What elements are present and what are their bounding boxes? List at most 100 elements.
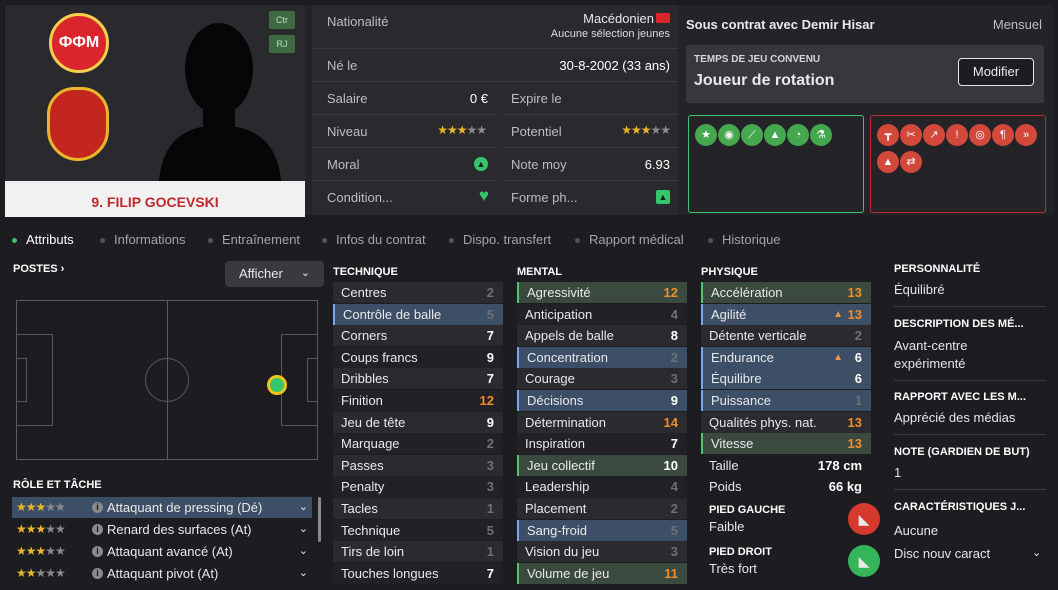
- tab-transfer-status[interactable]: Dispo. transfert: [449, 232, 551, 247]
- tab-history[interactable]: Historique: [708, 232, 781, 247]
- positions-title[interactable]: POSTES ›: [13, 263, 64, 275]
- mental-row[interactable]: Jeu collectif 10: [517, 454, 687, 476]
- tab-information[interactable]: Informations: [100, 232, 186, 247]
- physique-row[interactable]: Équilibre 6: [701, 368, 871, 390]
- mental-row[interactable]: Placement 2: [517, 498, 687, 519]
- physique-row[interactable]: Endurance 6 ▲: [701, 346, 871, 368]
- physique-title: PHYSIQUE: [701, 266, 758, 278]
- mental-row[interactable]: Détermination 14: [517, 411, 687, 433]
- technique-row[interactable]: Jeu de tête 9: [333, 411, 503, 433]
- club-crest[interactable]: [47, 87, 109, 161]
- national-team-crest[interactable]: ФФМ: [49, 13, 109, 73]
- nationality-value[interactable]: Macédonien: [583, 11, 654, 26]
- role-row-2[interactable]: ★★★★★ i Renard des surfaces (At) ⌄: [12, 519, 312, 540]
- attribute-name: Penalty: [341, 479, 385, 495]
- morale-up-icon[interactable]: ▲: [474, 157, 488, 171]
- mental-row[interactable]: Appels de balle 8: [517, 325, 687, 347]
- attribute-value: 12: [663, 285, 678, 300]
- position-marker-st[interactable]: [267, 375, 287, 395]
- foot-trait-icon[interactable]: ¶: [992, 124, 1014, 146]
- technique-row[interactable]: Technique 5: [333, 519, 503, 541]
- role-row-1[interactable]: ★★★★★ i Attaquant de pressing (Dé) ⌄: [12, 497, 312, 518]
- technique-row[interactable]: Corners 7: [333, 325, 503, 347]
- tape-trait-icon[interactable]: ⟋: [741, 124, 763, 146]
- star-trait-icon[interactable]: ★: [695, 124, 717, 146]
- tab-contract-info[interactable]: Infos du contrat: [322, 232, 426, 247]
- positive-traits-box: ★ ◉ ⟋ ▲ ◔ ⚗: [688, 115, 864, 213]
- physique-row[interactable]: Agilité 13 ▲: [701, 303, 871, 325]
- trend-trait-icon[interactable]: ↗: [923, 124, 945, 146]
- boot-trait-icon[interactable]: ▲: [764, 124, 786, 146]
- technique-row[interactable]: Touches longues 7: [333, 562, 503, 584]
- attribute-name: Courage: [525, 371, 575, 387]
- mental-row[interactable]: Inspiration 7: [517, 433, 687, 455]
- mental-row[interactable]: Sang-froid 5: [517, 519, 687, 541]
- flask-trait-icon[interactable]: ⚗: [810, 124, 832, 146]
- tab-training[interactable]: Entraînement: [208, 232, 300, 247]
- mental-row[interactable]: Volume de jeu 11: [517, 562, 687, 584]
- attribute-value: 13: [847, 414, 862, 430]
- physique-row[interactable]: Détente verticale 2: [701, 325, 871, 347]
- role-row-4[interactable]: ★★★★★ i Attaquant pivot (At) ⌄: [12, 563, 312, 584]
- physique-row[interactable]: Puissance 1: [701, 390, 871, 411]
- technique-row[interactable]: Coups francs 9: [333, 346, 503, 368]
- speed-trait-icon[interactable]: ◔: [787, 124, 809, 146]
- contract-status[interactable]: Sous contrat avec Demir Hisar: [686, 17, 875, 32]
- sprint-trait-icon[interactable]: »: [1015, 124, 1037, 146]
- position-badge-ctr[interactable]: Ctr: [269, 11, 295, 29]
- traits-chevron-icon[interactable]: ⌄: [1032, 546, 1041, 559]
- position-badge-rj[interactable]: RJ: [269, 35, 295, 53]
- attribute-value: 3: [670, 544, 678, 560]
- modify-button[interactable]: Modifier: [958, 58, 1034, 86]
- attribute-name: Passes: [341, 457, 384, 473]
- mental-row[interactable]: Vision du jeu 3: [517, 541, 687, 563]
- attribute-name: Touches longues: [341, 565, 439, 581]
- technique-row[interactable]: Tirs de loin 1: [333, 541, 503, 563]
- mental-row[interactable]: Courage 3: [517, 368, 687, 390]
- attribute-name: Détente verticale: [709, 328, 807, 344]
- brain-trait-icon[interactable]: ◉: [718, 124, 740, 146]
- attribute-value: 14: [663, 414, 678, 430]
- dumbbell-trait-icon[interactable]: ┳: [877, 124, 899, 146]
- tab-attributes[interactable]: Attributs: [12, 232, 74, 247]
- cone-trait-icon[interactable]: ▲: [877, 151, 899, 173]
- physique-row[interactable]: Poids 66 kg: [701, 476, 871, 497]
- attribute-name: Jeu collectif: [527, 457, 595, 473]
- technique-row[interactable]: Penalty 3: [333, 476, 503, 498]
- attribute-value: 2: [670, 501, 678, 516]
- target-trait-icon[interactable]: ◎: [969, 124, 991, 146]
- physique-row[interactable]: Qualités phys. nat. 13: [701, 411, 871, 433]
- physique-row[interactable]: Taille 178 cm: [701, 455, 871, 476]
- attribute-value: 13: [847, 285, 862, 300]
- mental-row[interactable]: Concentration 2: [517, 346, 687, 368]
- technique-row[interactable]: Finition 12: [333, 390, 503, 411]
- mental-row[interactable]: Anticipation 4: [517, 303, 687, 325]
- form-up-icon[interactable]: ▲: [656, 190, 670, 204]
- mental-row[interactable]: Décisions 9: [517, 390, 687, 411]
- role-row-3[interactable]: ★★★★★ i Attaquant avancé (At) ⌄: [12, 541, 312, 562]
- technique-row[interactable]: Tacles 1: [333, 498, 503, 519]
- physique-row[interactable]: Vitesse 13: [701, 433, 871, 455]
- swap-trait-icon[interactable]: ⇄: [900, 151, 922, 173]
- technique-row[interactable]: Dribbles 7: [333, 368, 503, 390]
- technique-row[interactable]: Marquage 2: [333, 433, 503, 455]
- physique-row[interactable]: Accélération 13: [701, 282, 871, 303]
- mental-row[interactable]: Agressivité 12: [517, 282, 687, 303]
- scissors-trait-icon[interactable]: ✂: [900, 124, 922, 146]
- attribute-value: 7: [486, 565, 494, 581]
- discuss-new-trait[interactable]: Disc nouv caract: [894, 546, 990, 561]
- technique-row[interactable]: Passes 3: [333, 454, 503, 476]
- level-label: Niveau: [327, 124, 368, 139]
- form-label: Forme ph...: [511, 190, 578, 205]
- heart-icon[interactable]: ♥: [479, 186, 489, 206]
- tab-medical[interactable]: Rapport médical: [575, 232, 684, 247]
- roles-scrollbar[interactable]: [318, 497, 321, 542]
- attribute-name: Inspiration: [525, 436, 585, 452]
- technique-row[interactable]: Centres 2: [333, 282, 503, 303]
- attribute-name: Corners: [341, 328, 388, 344]
- ball-trait-icon[interactable]: !: [946, 124, 968, 146]
- technique-row[interactable]: Contrôle de balle 5: [333, 303, 503, 325]
- mental-row[interactable]: Leadership 4: [517, 476, 687, 498]
- show-dropdown[interactable]: Afficher ⌄: [225, 261, 324, 287]
- attribute-value: 3: [670, 371, 678, 387]
